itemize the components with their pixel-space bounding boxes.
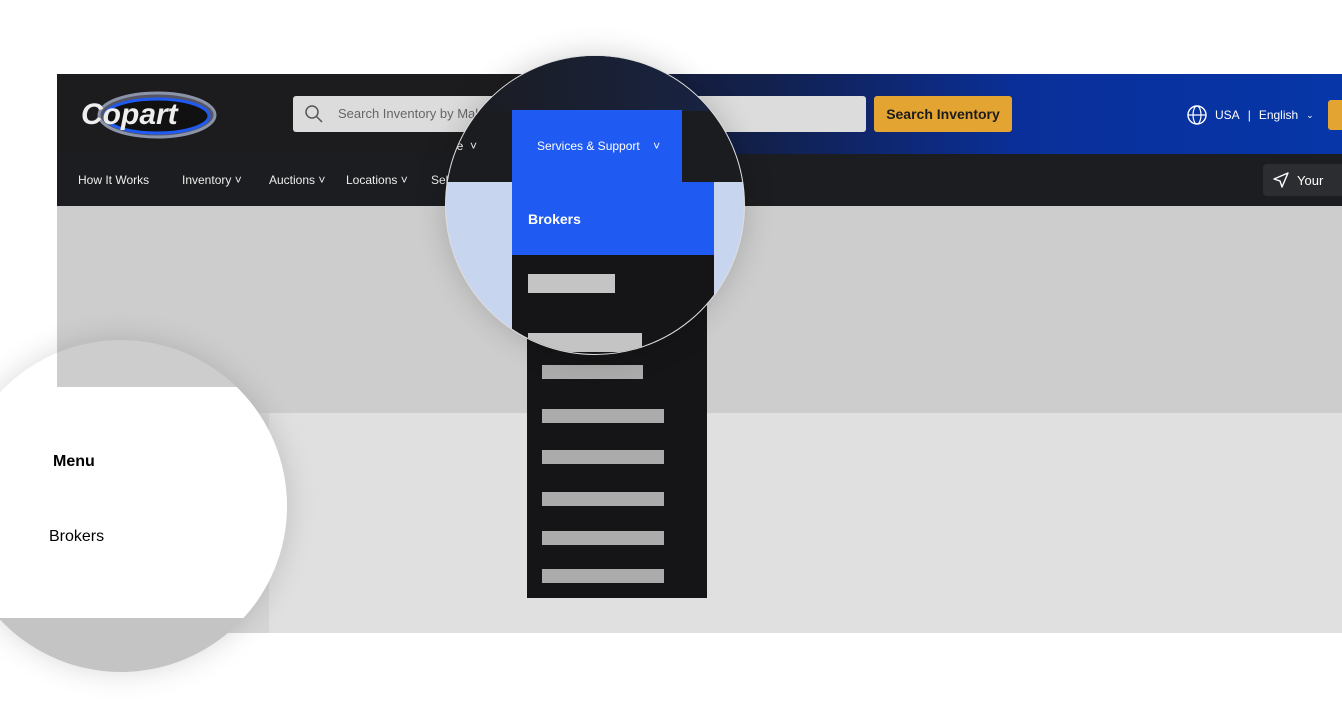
menu-item-placeholder[interactable] — [542, 531, 664, 545]
nav-label: Auctions — [269, 173, 316, 187]
sign-in-button[interactable] — [1328, 100, 1342, 130]
search-icon — [305, 105, 323, 123]
mobile-menu-title: Menu — [53, 453, 95, 470]
magnifier-lens: le ˅ Services & Support ˅ Brokers — [445, 55, 745, 355]
header-zoomed — [446, 56, 744, 111]
menu-item-placeholder[interactable] — [542, 569, 664, 583]
copart-logo[interactable]: Copart — [77, 88, 217, 140]
chevron-down-icon: ˅ — [318, 173, 326, 187]
separator: | — [1247, 108, 1251, 122]
mobile-footer-placeholder — [0, 618, 287, 672]
location-button[interactable]: Your — [1263, 164, 1342, 196]
nav-how-it-works[interactable]: How It Works — [78, 173, 149, 187]
mobile-menu-panel: Menu Brokers — [0, 387, 287, 618]
mobile-magnifier-lens: Menu Brokers — [0, 340, 287, 672]
mobile-menu-brokers[interactable]: Brokers — [49, 528, 104, 546]
chevron-down-icon: ⌄ — [1306, 109, 1314, 120]
submenu-brokers[interactable]: Brokers — [512, 182, 714, 255]
nav-inventory[interactable]: Inventory ˅ — [182, 173, 242, 187]
nav-label: Services & Support — [537, 139, 640, 153]
nav-auctions[interactable]: Auctions ˅ — [269, 173, 325, 187]
region-label: USA — [1215, 108, 1240, 122]
search-inventory-button[interactable]: Search Inventory — [874, 96, 1012, 132]
location-label: Your — [1297, 173, 1324, 188]
nav-label: Locations — [346, 173, 398, 187]
menu-item-placeholder[interactable] — [528, 333, 642, 352]
chevron-down-icon: ˅ — [400, 173, 408, 187]
submenu-list — [512, 255, 714, 354]
nav-locations[interactable]: Locations ˅ — [346, 173, 408, 187]
chevron-down-icon: ˅ — [653, 139, 661, 153]
navigation-arrow-icon — [1273, 172, 1289, 188]
menu-item-placeholder[interactable] — [528, 274, 615, 293]
chevron-down-icon: ˅ — [234, 173, 242, 187]
menu-item-placeholder[interactable] — [542, 492, 664, 506]
language-label: English — [1258, 108, 1299, 122]
menu-item-placeholder[interactable] — [542, 450, 664, 464]
globe-icon — [1187, 105, 1207, 125]
chevron-down-icon: ˅ — [470, 139, 478, 153]
nav-partial[interactable]: le ˅ — [454, 139, 477, 153]
svg-text:Copart: Copart — [81, 98, 180, 131]
nav-label: le — [454, 139, 464, 153]
language-selector[interactable]: USA | English ⌄ — [1187, 105, 1314, 125]
menu-item-placeholder[interactable] — [542, 409, 664, 423]
nav-label: Inventory — [182, 173, 232, 187]
menu-item-placeholder[interactable] — [542, 365, 643, 379]
nav-services-support[interactable]: Services & Support ˅ — [512, 110, 682, 183]
